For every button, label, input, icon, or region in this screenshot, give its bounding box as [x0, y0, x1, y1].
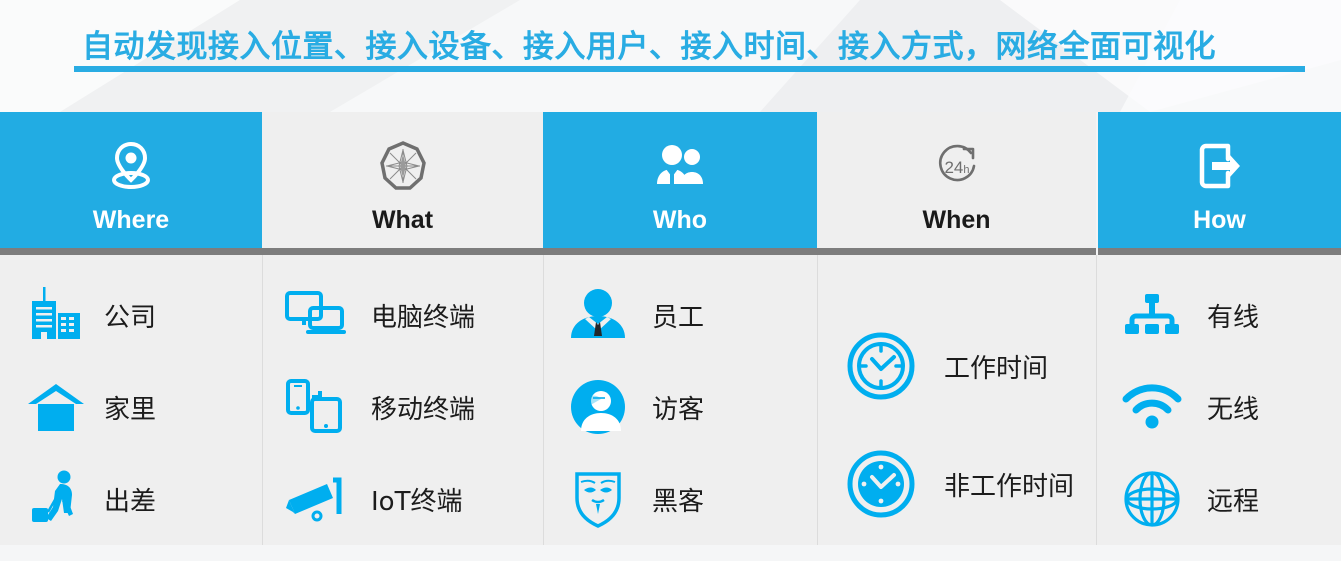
- header-divider: [0, 248, 262, 255]
- list-item-label: 员工: [652, 302, 705, 333]
- column-body-who: 员工 访客 黑客: [543, 255, 817, 545]
- office-buildings-icon: [0, 283, 104, 347]
- column-what[interactable]: What 电脑终端 移动终端 IoT终端: [262, 112, 543, 545]
- list-item-label: IoT终端: [371, 486, 463, 517]
- title-underline: [74, 66, 1305, 72]
- two-people-icon: [651, 138, 709, 194]
- column-how[interactable]: How 有线 无线 远程: [1096, 112, 1341, 545]
- column-header-when[interactable]: 24h When: [817, 112, 1096, 248]
- list-item-label: 工作时间: [944, 353, 1049, 384]
- column-label-what: What: [371, 206, 434, 234]
- column-label-how: How: [1193, 206, 1246, 234]
- list-item[interactable]: 黑客: [544, 453, 817, 545]
- list-item-label: 有线: [1207, 302, 1260, 333]
- list-item-label: 无线: [1207, 394, 1260, 425]
- list-item-label: 黑客: [652, 486, 705, 517]
- list-item-label: 远程: [1207, 486, 1260, 517]
- header-divider: [262, 248, 543, 255]
- column-header-what[interactable]: What: [262, 112, 543, 248]
- column-body-how: 有线 无线 远程: [1096, 255, 1341, 545]
- list-item-label: 公司: [104, 302, 157, 333]
- page-header: 自动发现接入位置、接入设备、接入用户、接入时间、接入方式，网络全面可视化: [0, 0, 1341, 112]
- column-body-what: 电脑终端 移动终端 IoT终端: [262, 255, 543, 545]
- visitor-avatar-icon: [544, 378, 652, 436]
- house-icon: [0, 378, 104, 436]
- list-item-label: 出差: [104, 486, 157, 517]
- list-item[interactable]: 员工: [544, 269, 817, 361]
- list-item[interactable]: 远程: [1097, 453, 1341, 545]
- column-where[interactable]: Where 公司 家里 出差: [0, 112, 262, 545]
- list-item[interactable]: 无线: [1097, 361, 1341, 453]
- location-pin-icon: [105, 138, 157, 194]
- wired-network-icon: [1097, 291, 1207, 339]
- hacker-mask-icon: [544, 470, 652, 528]
- bottom-strip: [0, 545, 1341, 561]
- wifi-icon: [1097, 383, 1207, 431]
- list-item-label: 移动终端: [371, 394, 476, 425]
- desktop-laptop-icon: [263, 288, 371, 342]
- clock-outline-icon: [818, 331, 944, 401]
- column-when[interactable]: 24h When 工作时间 非工作时间: [817, 112, 1096, 545]
- five-w-panel: Where 公司 家里 出差 What 电脑终端 移动终端 IoT终端 Who …: [0, 112, 1341, 545]
- list-item[interactable]: IoT终端: [263, 453, 543, 545]
- svg-text:24h: 24h: [944, 158, 969, 177]
- column-who[interactable]: Who 员工 访客 黑客: [543, 112, 817, 545]
- column-label-where: Where: [92, 206, 170, 234]
- list-item-label: 访客: [652, 394, 705, 425]
- list-item[interactable]: 电脑终端: [263, 269, 543, 361]
- employee-icon: [544, 288, 652, 342]
- column-header-where[interactable]: Where: [0, 112, 262, 248]
- globe-icon: [1097, 470, 1207, 528]
- exit-arrow-icon: [1196, 138, 1244, 194]
- list-item[interactable]: 非工作时间: [818, 425, 1096, 543]
- header-divider: [1098, 248, 1341, 255]
- header-divider: [817, 248, 1096, 255]
- column-header-who[interactable]: Who: [543, 112, 817, 248]
- column-label-who: Who: [652, 206, 708, 234]
- list-item[interactable]: 移动终端: [263, 361, 543, 453]
- header-divider: [543, 248, 817, 255]
- columns-container: Where 公司 家里 出差 What 电脑终端 移动终端 IoT终端 Who …: [0, 112, 1341, 545]
- list-item[interactable]: 工作时间: [818, 307, 1096, 425]
- column-label-when: When: [922, 206, 991, 234]
- compass-rose-icon: [377, 138, 429, 194]
- column-body-when: 工作时间 非工作时间: [817, 255, 1096, 545]
- phone-tablet-icon: [263, 377, 371, 437]
- list-item-label: 非工作时间: [944, 471, 1075, 502]
- list-item-label: 电脑终端: [371, 302, 476, 333]
- column-body-where: 公司 家里 出差: [0, 255, 262, 545]
- list-item[interactable]: 公司: [0, 269, 262, 361]
- column-header-how[interactable]: How: [1098, 112, 1341, 248]
- list-item[interactable]: 出差: [0, 453, 262, 545]
- 24h-clock-icon: 24h: [930, 138, 984, 194]
- business-traveler-icon: [0, 468, 104, 530]
- list-item[interactable]: 家里: [0, 361, 262, 453]
- clock-filled-icon: [818, 449, 944, 519]
- page-title: 自动发现接入位置、接入设备、接入用户、接入时间、接入方式，网络全面可视化: [82, 29, 1216, 64]
- list-item[interactable]: 访客: [544, 361, 817, 453]
- security-camera-icon: [263, 474, 371, 524]
- list-item[interactable]: 有线: [1097, 269, 1341, 361]
- list-item-label: 家里: [104, 394, 157, 425]
